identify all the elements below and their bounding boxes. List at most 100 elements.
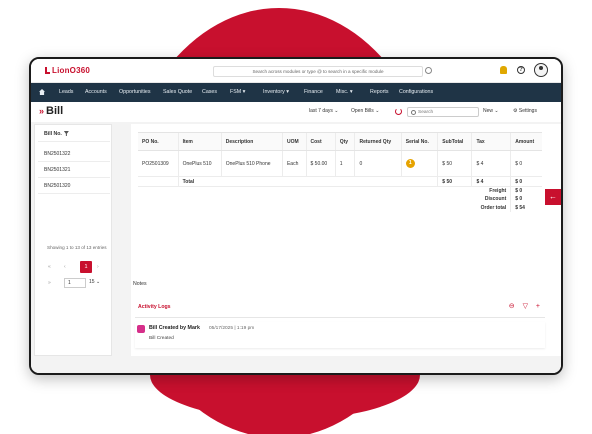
empty-cell [282,176,306,187]
chevron-down-icon: ⌄ [375,108,380,114]
empty-cell [138,187,472,196]
nav-item-inventory[interactable]: Inventory ▾ [263,89,289,95]
bill-list-header[interactable]: Bill No. [44,131,69,137]
freight-value: $ 0 [510,186,542,195]
subtotal-cell: $ 50 [437,150,472,177]
serial-count-badge[interactable]: 1 [405,159,415,168]
column-header: Amount [510,132,542,151]
settings-button[interactable]: ⚙ Settings [513,108,537,114]
nav-item-opportunities[interactable]: Opportunities [119,89,151,95]
nav-item-reports[interactable]: Reports [370,89,389,95]
activity-actions-icon[interactable]: ⊖ ▽ + [509,302,543,310]
nav-item-configurations[interactable]: Configurations [399,89,433,95]
page-title-text: Bill [46,105,64,117]
new-button-label: New [483,108,494,114]
arrow-left-icon: ← [549,192,557,201]
discount-row: Discount $ 0 [138,195,542,204]
side-panel-toggle[interactable]: ← [545,189,561,205]
divider [38,177,110,178]
page-header: » Bill last 7 days ⌄ Open Bills ⌄ Search … [31,102,561,122]
column-header: SubTotal [437,132,472,151]
nav-item-accounts[interactable]: Accounts [85,89,107,95]
refresh-icon[interactable] [395,108,402,115]
empty-cell [138,204,472,213]
pagination-summary: Showing 1 to 13 of 13 entries [47,245,107,250]
page-content: » Bill last 7 days ⌄ Open Bills ⌄ Search … [31,102,561,373]
last-page-button[interactable]: » [48,280,51,286]
freight-label: Freight [489,188,507,194]
activity-entry-date: 05/17/2025 | 1:19 pm [209,325,255,331]
global-search-input[interactable]: Search across modules or type @ to searc… [213,66,423,77]
filter-icon[interactable] [63,131,69,136]
nav-item-sales-quote[interactable]: Sales Quote [163,89,192,95]
column-header: Tax [471,132,511,151]
page-1-button[interactable]: 1 [80,261,92,273]
bill-filter-select[interactable]: Open Bills ⌄ [351,108,379,114]
page-title: » Bill [39,105,63,117]
logo-icon [45,67,50,74]
uom-cell: Each [281,150,306,177]
page-size-select[interactable]: 15 ⌄ [89,278,109,288]
chevron-right-icon[interactable]: » [39,106,44,116]
chevron-down-icon: ⌄ [334,108,339,114]
avatar[interactable] [534,63,548,77]
notes-label: Notes [133,281,147,287]
date-range-select[interactable]: last 7 days ⌄ [309,108,339,114]
column-header: Serial No. [400,132,438,151]
column-header: Item [177,132,222,151]
bill-filter-label: Open Bills [351,108,374,114]
divider [135,317,545,318]
column-header: Description [220,132,283,151]
activity-logs-title: Activity Logs [138,304,171,310]
bill-list-header-label: Bill No. [44,131,62,137]
list-item[interactable]: BN2501320 [44,183,70,189]
logo-text: LionO360 [52,66,91,75]
total-amount: $ 0 [510,176,542,187]
po-number-cell[interactable]: PO2501309 [138,150,179,177]
chevron-down-icon: ⌄ [494,108,499,114]
freight-row: Freight $ 0 [138,186,542,196]
qty-cell: 1 [334,150,355,177]
first-page-button[interactable]: « [48,264,51,270]
nav-item-finance[interactable]: Finance [304,89,323,95]
activity-log-entry: Bill Created by Mark 05/17/2025 | 1:19 p… [135,322,545,348]
prev-page-button[interactable]: ‹ [64,264,66,270]
nav-item-fsm[interactable]: FSM ▾ [230,89,245,95]
serial-no-cell: 1 [400,150,438,177]
activity-entry-description: Bill Created [149,336,174,341]
nav-item-misc[interactable]: Misc. ▾ [336,89,353,95]
returned-qty-cell: 0 [354,150,402,177]
line-items-table: PO No. Item Description UOM Cost Qty Ret… [138,132,542,212]
next-page-button[interactable]: › [97,264,99,270]
empty-cell [335,176,355,187]
list-item[interactable]: BN2501322 [44,151,70,157]
table-row[interactable]: PO2501309 OnePlus 510 OnePlus 510 Phone … [138,150,542,177]
order-total-row: Order total $ 54 [138,203,542,213]
empty-cell [221,176,283,187]
search-input[interactable]: Search [407,107,479,117]
nav-item-leads[interactable]: Leads [59,89,73,95]
scrollbar[interactable] [561,159,563,319]
item-cell: OnePlus 510 [177,150,222,177]
app-logo[interactable]: LionO360 [45,66,90,75]
empty-cell [306,176,336,187]
divider [38,193,110,194]
home-icon[interactable] [39,89,45,95]
empty-cell [138,176,179,187]
total-label: Total [177,176,222,187]
list-item[interactable]: BN2501321 [44,167,70,173]
new-button[interactable]: New ⌄ [483,108,499,114]
total-row: Total $ 50 $ 4 $ 0 [138,176,542,187]
page-number-input[interactable]: 1 [64,278,86,288]
column-header: Qty [334,132,355,151]
help-icon[interactable]: ? [517,66,525,74]
bill-detail-panel: PO No. Item Description UOM Cost Qty Ret… [131,124,561,356]
nav-item-cases[interactable]: Cases [202,89,217,95]
cost-cell: $ 50.00 [305,150,336,177]
table-header-row: PO No. Item Description UOM Cost Qty Ret… [138,132,542,151]
clock-icon[interactable] [425,67,432,74]
app-window: LionO360 Search across modules or type @… [29,57,563,375]
description-cell: OnePlus 510 Phone [220,150,283,177]
bell-icon[interactable] [500,66,507,74]
total-subtotal: $ 50 [437,176,472,187]
